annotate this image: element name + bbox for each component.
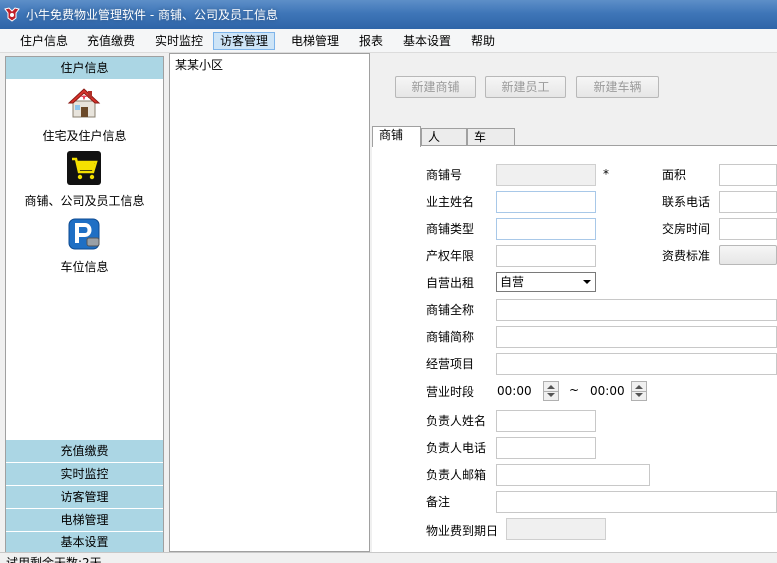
menu-reports[interactable]: 报表 [353,32,389,50]
spin-divider [632,391,646,392]
left-nav-panel: 住户信息 住宅及住户信息 商铺、公司及员工信息 车位信息 充值缴费 实时监控 访… [5,56,164,552]
tab-vehicle[interactable]: 车 [467,128,515,146]
hours-start-spinner[interactable] [543,381,559,401]
new-vehicle-button[interactable]: 新建车辆 [576,76,659,98]
spin-divider [544,391,558,392]
shop-form: 商铺号 * 面积 业主姓名 联系电话 商铺类型 交房时间 产权年限 资费标准 自… [372,145,777,552]
tab-person[interactable]: 人 [421,128,467,146]
menu-recharge[interactable]: 充值缴费 [81,32,141,50]
manager-phone-field[interactable] [496,437,596,459]
spin-up-icon [635,385,643,389]
owner-name-label: 业主姓名 [426,195,475,209]
tree-node-community[interactable]: 某某小区 [175,56,223,73]
area-label: 面积 [662,168,687,182]
nav-group-recharge[interactable]: 充值缴费 [6,440,163,462]
fee-due-field [506,518,606,540]
manager-name-field[interactable] [496,410,596,432]
nav-group-settings[interactable]: 基本设置 [6,532,163,552]
chevron-down-icon [583,280,591,284]
shop-type-label: 商铺类型 [426,222,475,236]
parking-icon [68,218,100,250]
hours-end-spinner[interactable] [631,381,647,401]
hours-start-picker[interactable]: 00:00 [497,380,563,402]
nav-group-visitors[interactable]: 访客管理 [6,486,163,508]
fee-standard-label: 资费标准 [662,249,711,263]
nav-residence-info[interactable]: 住宅及住户信息 [6,85,163,145]
shop-type-field[interactable] [496,218,596,240]
hours-start-value: 00:00 [497,384,532,398]
handover-time-field[interactable] [719,218,777,240]
hours-end-picker[interactable]: 00:00 [590,380,656,402]
community-tree: 某某小区 [169,53,370,552]
manager-name-label: 负责人姓名 [426,414,487,428]
nav-residence-label: 住宅及住户信息 [42,129,127,143]
menu-visitors[interactable]: 访客管理 [213,32,276,50]
manager-email-field[interactable] [496,464,650,486]
spin-down-icon [547,393,555,397]
remark-label: 备注 [426,495,451,509]
hours-separator: ~ [569,383,580,397]
shop-no-field [496,164,596,186]
short-name-label: 商铺简称 [426,330,475,344]
menu-monitor[interactable]: 实时监控 [149,32,209,50]
app-logo-icon [4,7,20,22]
property-years-label: 产权年限 [426,249,475,263]
short-name-field[interactable] [496,326,777,348]
fee-due-label: 物业费到期日 [426,524,499,538]
spin-down-icon [635,393,643,397]
nav-group-monitor[interactable]: 实时监控 [6,463,163,485]
window-title: 小牛免费物业管理软件 - 商铺、公司及员工信息 [26,8,278,22]
tab-shop[interactable]: 商铺 [372,126,421,147]
self-rent-label: 自营出租 [426,276,475,290]
status-text: 试用剩余天数:2天 [6,556,102,563]
owner-name-field[interactable] [496,191,596,213]
phone-field[interactable] [719,191,777,213]
menu-help[interactable]: 帮助 [465,32,501,50]
nav-group-residents[interactable]: 住户信息 [6,57,163,79]
menu-elevator[interactable]: 电梯管理 [285,32,345,50]
manager-phone-label: 负责人电话 [426,441,487,455]
nav-parking-label: 车位信息 [60,260,109,274]
status-bar: 试用剩余天数:2天 [0,552,777,563]
manager-email-label: 负责人邮箱 [426,468,487,482]
new-shop-button[interactable]: 新建商铺 [395,76,476,98]
phone-label: 联系电话 [662,195,711,209]
full-name-field[interactable] [496,299,777,321]
full-name-label: 商铺全称 [426,303,475,317]
shop-no-label: 商铺号 [426,168,463,182]
nav-parking-info[interactable]: 车位信息 [6,216,163,276]
handover-time-label: 交房时间 [662,222,711,236]
main-area: 新建商铺 新建员工 新建车辆 商铺 人 车 商铺号 * 面积 业主姓名 联系电话… [372,53,777,552]
shopping-cart-icon [67,151,101,185]
menu-residents[interactable]: 住户信息 [14,32,74,50]
tab-strip: 商铺 人 车 [372,126,777,147]
business-field[interactable] [496,353,777,375]
hours-end-value: 00:00 [590,384,625,398]
spin-up-icon [547,385,555,389]
remark-field[interactable] [496,491,777,513]
menu-settings[interactable]: 基本设置 [397,32,457,50]
hours-label: 营业时段 [426,385,475,399]
new-employee-button[interactable]: 新建员工 [485,76,566,98]
house-icon [67,88,101,118]
fee-standard-dropdown[interactable] [719,245,777,265]
nav-shop-info[interactable]: 商铺、公司及员工信息 [6,150,163,210]
self-rent-value: 自营 [500,275,525,289]
required-mark: * [603,167,609,181]
self-rent-select[interactable]: 自营 [496,272,596,292]
title-bar: 小牛免费物业管理软件 - 商铺、公司及员工信息 [0,0,777,29]
nav-group-elevator[interactable]: 电梯管理 [6,509,163,531]
menu-bar: 住户信息 充值缴费 实时监控 访客管理 电梯管理 报表 基本设置 帮助 [0,29,777,53]
nav-shop-label: 商铺、公司及员工信息 [24,194,145,208]
business-label: 经营项目 [426,357,475,371]
area-field[interactable] [719,164,777,186]
property-years-field[interactable] [496,245,596,267]
